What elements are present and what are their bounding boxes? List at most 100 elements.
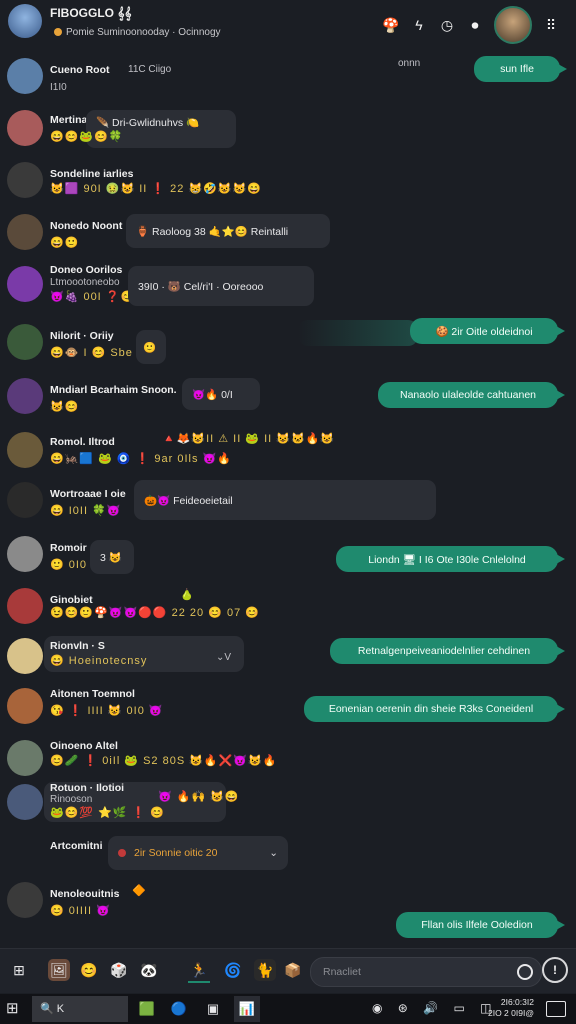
start-button[interactable]: ⊞ — [6, 1000, 24, 1018]
message-bubble[interactable]: 🏺 Raoloog 38 🤙⭐😊 Reintalli — [126, 214, 330, 248]
box-icon[interactable]: 📦 — [282, 959, 304, 981]
message-time: 11C Ciigo — [128, 64, 172, 75]
reaction-row-top[interactable]: 🔶 — [132, 884, 147, 897]
avatar[interactable] — [7, 378, 43, 414]
mushroom-icon[interactable]: 🍄 — [382, 16, 400, 34]
chat-app-icon[interactable]: 📊 — [234, 996, 260, 1022]
mic-icon[interactable]: ⏺ — [466, 16, 484, 34]
message-input[interactable]: Rnacliet — [310, 957, 542, 987]
outgoing-bubble[interactable]: Retnalgenpeiveaniodelnlier cehdinen — [330, 638, 565, 664]
outgoing-bubble[interactable]: Eonenian oerenin din sheie R3ks Coneiden… — [304, 696, 565, 722]
message-bubble[interactable]: 😈 🔥🙌 😺😄 — [158, 790, 240, 803]
sender-name: Artcomitni — [50, 840, 103, 852]
outgoing-bubble[interactable]: Liondn 🖥 I I6 Ote I30le Cnlelolnd — [336, 546, 565, 572]
message-input-placeholder: Rnacliet — [323, 966, 361, 978]
message-bubble[interactable]: 😈🔥 0/I — [182, 378, 260, 410]
message-text: Rinooson — [50, 794, 93, 805]
bolt-icon[interactable]: ϟ — [410, 16, 428, 34]
avatar[interactable] — [7, 432, 43, 468]
emoji-icon[interactable] — [517, 964, 533, 980]
chevron-down-icon[interactable]: ⌄ — [269, 847, 278, 859]
avatar[interactable] — [7, 162, 43, 198]
message-bubble[interactable]: 39I0 · 🐻 Cel/ri'I · Ooreooo — [128, 266, 314, 306]
taskbar-clock[interactable]: 2I6:0:3I2 2IO 2 0I9I@ — [488, 997, 534, 1019]
avatar[interactable] — [7, 266, 43, 302]
avatar[interactable] — [7, 638, 43, 674]
sender-name: Nenoleouitnis — [50, 888, 120, 900]
explorer-app-icon[interactable]: 🟩 — [134, 996, 160, 1022]
avatar[interactable] — [7, 688, 43, 724]
sender-name: Romol. Iltrod — [50, 436, 115, 448]
sender-name: Oinoeno Altel — [50, 740, 118, 752]
runner-icon[interactable]: 🏃 — [188, 959, 210, 983]
header-actions: 🍄 ϟ ◷ ⏺ ⠿ — [382, 6, 560, 44]
reaction-row[interactable]: 😺🟪 90I 🤢😺 II ❗ 22 😸🤣😺😺😄 — [50, 182, 262, 195]
avatar[interactable] — [7, 536, 43, 572]
outgoing-bubble[interactable]: 🍪 2ir Oitle oldeidnoi — [410, 318, 565, 344]
reaction-row[interactable]: 😄🦗🟦 🐸 🧿 ❗ 9ar 0Ils 😈🔥 — [50, 452, 232, 465]
reaction-row[interactable]: 😺😊 — [50, 400, 79, 413]
reaction-row[interactable]: 😄🙂 — [50, 236, 79, 249]
game-icon[interactable]: 🎲 — [108, 959, 130, 981]
edge-app-icon[interactable]: 🔵 — [166, 996, 192, 1022]
status-dot — [54, 28, 62, 37]
sticker-icon[interactable]: 😊 — [78, 959, 100, 981]
reaction-row[interactable]: 😊🥒 ❗ 0iIl 🐸 S2 80S 😺🔥❌😈😺🔥 — [50, 754, 277, 767]
sender-name: Wortroaae I oie — [50, 488, 126, 500]
reaction-row[interactable]: 😄 I0II 🍀😈 — [50, 504, 122, 517]
avatar[interactable] — [7, 482, 43, 518]
notification-icon[interactable] — [546, 1001, 566, 1017]
reaction-row[interactable]: 😉😊🙂🍄😈😈🔴🔴 22 20 😊 07 😊 — [50, 606, 260, 619]
outgoing-bubble[interactable]: sun Ifle — [474, 56, 567, 82]
avatar[interactable] — [7, 588, 43, 624]
windows-icon[interactable]: ⊞ — [8, 959, 30, 981]
terminal-app-icon[interactable]: ▣ — [200, 996, 226, 1022]
avatar[interactable] — [7, 784, 43, 820]
cat-icon[interactable]: 🐈 — [254, 959, 276, 981]
reaction-row[interactable]: 😄😊🐸😊🍀 — [50, 130, 123, 143]
reaction-row-top[interactable]: 🔺🦊😺II ⚠ II 🐸 II 😺🐱🔥😺 — [162, 432, 335, 445]
sender-name: Nonedo Noont — [50, 220, 123, 232]
message-bubble[interactable]: 🙂 — [136, 330, 166, 364]
info-icon[interactable]: ! — [542, 957, 568, 983]
reaction-row-top[interactable]: 🍐 — [180, 588, 195, 601]
sender-name: Mertina — [50, 114, 88, 126]
group-avatar[interactable] — [8, 4, 42, 38]
message-list[interactable]: Cueno Root 11C Ciigo I1I0 onnn sun Ifle … — [0, 50, 576, 945]
avatar[interactable] — [7, 324, 43, 360]
message-bubble[interactable]: 3 😺 — [90, 540, 134, 574]
group-subtitle: Pomie Suminoonooday · Ocinnogy — [54, 27, 221, 38]
avatar[interactable] — [7, 58, 43, 94]
avatar[interactable] — [7, 214, 43, 250]
reaction-row[interactable]: 😄 Hoeinotecnsy — [50, 654, 147, 667]
reaction-row[interactable]: 😄🐵 I 😊 Sbe — [50, 346, 133, 359]
avatar[interactable] — [7, 110, 43, 146]
system-tray[interactable]: ◉ ⊛ 🔊 ▭ ◫ — [372, 1001, 497, 1015]
sender-name: Nilorit · Oriiy — [50, 330, 114, 342]
photo-icon[interactable]: 🖼 — [48, 959, 70, 981]
reaction-row[interactable]: 🐸😊💯 ⭐🌿 ❗ 😊 — [50, 806, 165, 819]
message-bubble[interactable]: 🎃😈 Feideoeietail — [134, 480, 436, 520]
taskbar-search[interactable]: 🔍 K — [32, 996, 128, 1022]
sender-name: Mndiarl Bcarhaim Snoon. — [50, 384, 177, 396]
sender-name: Sondeline iarlies — [50, 168, 134, 180]
poll-select[interactable]: 2ir Sonnie oitic 20 ⌄ — [108, 836, 288, 870]
reaction-row[interactable]: 🙂 0I0 — [50, 558, 87, 571]
message-text: I1I0 — [50, 82, 67, 93]
reaction-row[interactable]: 😊 0IIII 😈 — [50, 904, 111, 917]
menu-icon[interactable]: ⠿ — [542, 16, 560, 34]
clock-icon[interactable]: ◷ — [438, 16, 456, 34]
panda-icon[interactable]: 🐼 — [138, 959, 160, 981]
reaction-row[interactable]: 😘 ❗ IIII 😺 0I0 😈 — [50, 704, 164, 717]
outgoing-meta: onnn — [398, 58, 421, 69]
os-taskbar: ⊞ 🔍 K 🟩 🔵 ▣ 📊 ◉ ⊛ 🔊 ▭ ◫ 2I6:0:3I2 2IO 2 … — [0, 994, 576, 1024]
spinner-icon[interactable]: 🌀 — [222, 959, 244, 981]
chevron-down-icon[interactable]: ⌄V — [216, 652, 231, 663]
sender-name: Rionvln · S — [50, 640, 105, 652]
avatar[interactable] — [7, 740, 43, 776]
outgoing-bubble[interactable]: Nanaolo ulaleolde cahtuanen — [378, 382, 565, 408]
outgoing-bubble[interactable]: Fllan olis Ilfele Ooledion — [396, 912, 565, 938]
avatar[interactable] — [7, 882, 43, 918]
status-dot — [118, 849, 126, 857]
my-avatar[interactable] — [494, 6, 532, 44]
